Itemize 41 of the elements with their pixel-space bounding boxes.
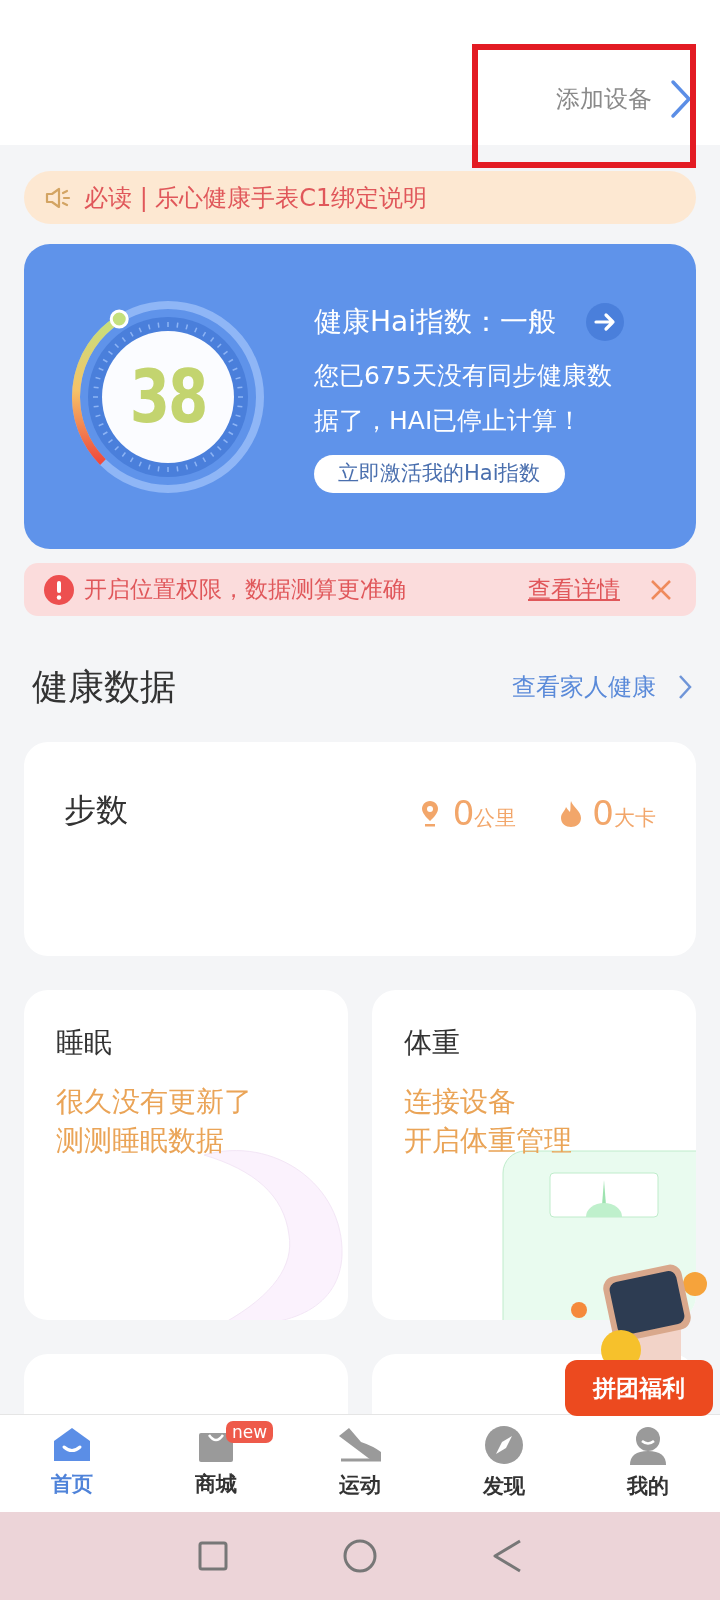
hai-title: 健康Hai指数：一般: [314, 303, 556, 340]
hai-score: 38: [128, 352, 208, 441]
compass-icon: [484, 1424, 524, 1465]
weight-card[interactable]: 体重 连接设备 开启体重管理: [372, 990, 696, 1320]
sneaker-icon: [337, 1425, 383, 1464]
close-icon[interactable]: [650, 578, 672, 601]
steps-title: 步数: [64, 790, 128, 832]
alert-text: 开启位置权限，数据测算更准确: [84, 575, 406, 605]
home-icon: [52, 1426, 92, 1463]
new-badge: new: [226, 1421, 274, 1443]
speaker-icon: [44, 185, 72, 210]
card-subtitle: 开启体重管理: [404, 1123, 573, 1159]
tab-button[interactable]: 运动: [288, 1415, 432, 1512]
sleep-card[interactable]: 睡眠 很久没有更新了 测测睡眠数据: [24, 990, 348, 1320]
chevron-right-icon: [670, 79, 692, 119]
card-subtitle: 测测睡眠数据: [56, 1123, 225, 1159]
warning-icon: [44, 574, 74, 605]
notice-text: 必读 | 乐心健康手表C1绑定说明: [84, 182, 428, 214]
card-subtitle: 很久没有更新了: [56, 1084, 253, 1120]
tab-button[interactable]: 首页: [0, 1415, 144, 1512]
tab-button[interactable]: new 商城: [144, 1415, 288, 1512]
group-buy-badge[interactable]: 拼团福利: [565, 1360, 713, 1416]
home-button-icon[interactable]: [343, 1539, 377, 1573]
person-icon: [628, 1424, 668, 1465]
card-title: 睡眠: [56, 1025, 113, 1061]
sync-message: 您已675天没有同步健康数据了，HAI已停止计算！: [314, 359, 613, 437]
card-title: 体重: [404, 1025, 461, 1061]
back-icon[interactable]: [492, 1539, 523, 1573]
steps-card[interactable]: 步数 0公里 0大卡: [24, 742, 696, 956]
arrow-right-icon[interactable]: [586, 302, 624, 341]
calories-value: 0大卡: [592, 792, 656, 836]
tab-button[interactable]: 发现: [432, 1415, 576, 1512]
card-subtitle: 连接设备: [404, 1084, 517, 1120]
tab-button[interactable]: 我的: [576, 1415, 720, 1512]
recents-icon[interactable]: [197, 1541, 228, 1571]
activate-button[interactable]: 立即激活我的Hai指数: [314, 454, 565, 493]
section-title: 健康数据: [32, 665, 176, 710]
flame-icon: [560, 799, 583, 828]
chevron-right-icon: [678, 674, 692, 701]
location-pin-icon: [420, 799, 439, 828]
distance-value: 0公里: [452, 792, 517, 836]
